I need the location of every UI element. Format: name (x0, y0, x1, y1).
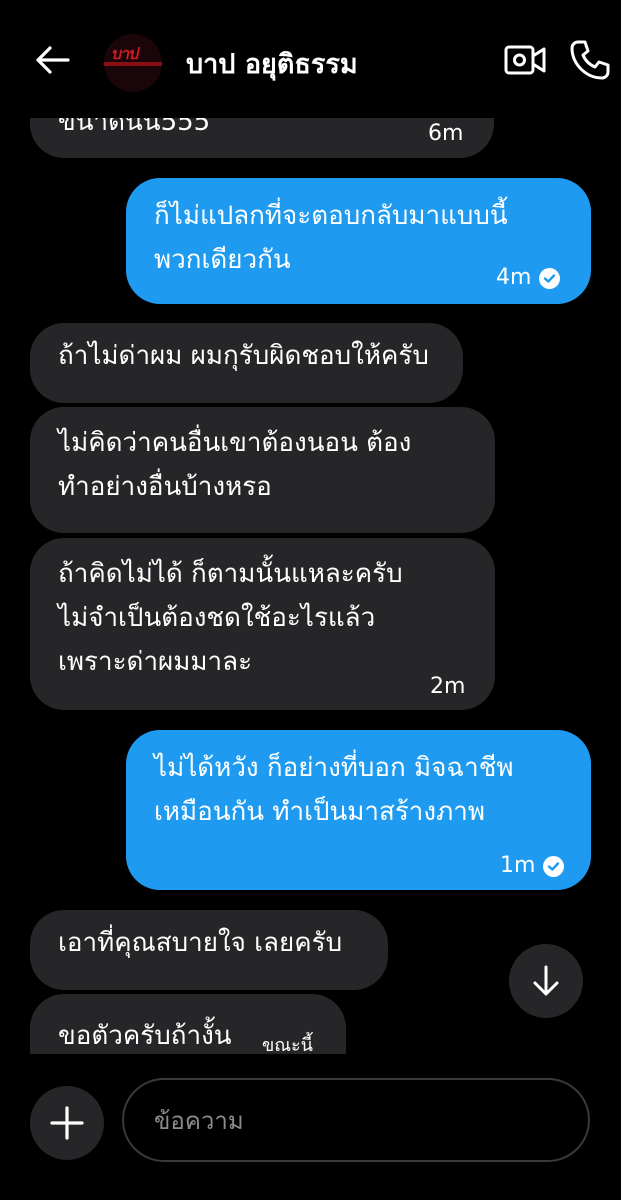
message-line: ก็ไม่แปลกที่จะตอบกลับมาแบบนี้ (154, 201, 508, 231)
message-received[interactable]: ขอตัวครับถ้างั้น ขณะนี้ (30, 994, 346, 1054)
avatar-logo-bar (104, 62, 162, 66)
back-button[interactable] (30, 40, 74, 80)
message-time-read: 4m (496, 256, 561, 300)
message-text: ขนาดนั้น555 (58, 118, 211, 137)
message-thread[interactable]: ขนาดนั้น555 6m ก็ไม่แปลกที่จะตอบกลับมาแบ… (0, 118, 621, 1054)
read-receipt-icon (543, 855, 565, 877)
message-sent[interactable]: ไม่ได้หวัง ก็อย่างที่บอก มิจฉาชีพ เหมือน… (126, 730, 591, 890)
phone-icon (570, 40, 610, 80)
read-receipt-icon (539, 267, 561, 289)
message-line: ไม่คิดว่าคนอื่นเขาต้องนอน ต้อง (58, 428, 412, 458)
message-received[interactable]: ขนาดนั้น555 6m (30, 118, 494, 158)
message-text: เอาที่คุณสบายใจ เลยครับ (58, 928, 343, 958)
scroll-to-bottom-button[interactable] (509, 944, 583, 1018)
message-line: ไม่จำเป็นต้องชดใช้อะไรแล้ว (58, 603, 376, 633)
contact-name[interactable]: บาป อยุติธรรม (186, 42, 358, 85)
message-received[interactable]: ไม่คิดว่าคนอื่นเขาต้องนอน ต้อง ทำอย่างอื… (30, 407, 495, 533)
message-line: ทำอย่างอื่นบ้างหรอ (58, 472, 272, 502)
message-text: ถ้าไม่ด่าผม ผมกุรับผิดชอบให้ครับ (58, 341, 429, 371)
message-time-read: 1m (500, 844, 565, 888)
arrow-down-icon (533, 965, 559, 996)
message-sent[interactable]: ก็ไม่แปลกที่จะตอบกลับมาแบบนี้ พวกเดียวกั… (126, 178, 591, 304)
plus-icon (50, 1106, 84, 1140)
message-time: 1m (500, 853, 536, 878)
arrow-left-icon (36, 46, 70, 74)
chat-header: บาป บาป อยุติธรรม (0, 0, 621, 118)
message-time: ขณะนี้ (262, 1035, 313, 1054)
message-received[interactable]: เอาที่คุณสบายใจ เลยครับ (30, 910, 388, 990)
message-received[interactable]: ถ้าไม่ด่าผม ผมกุรับผิดชอบให้ครับ (30, 323, 463, 403)
avatar[interactable]: บาป (104, 34, 162, 92)
add-attachment-button[interactable] (30, 1086, 104, 1160)
voice-call-button[interactable] (566, 38, 612, 82)
message-line: ถ้าคิดไม่ได้ ก็ตามนั้นแหละครับ (58, 559, 403, 589)
message-time: 6m (428, 121, 464, 146)
message-received[interactable]: ถ้าคิดไม่ได้ ก็ตามนั้นแหละครับ ไม่จำเป็น… (30, 538, 495, 710)
message-input-container[interactable] (122, 1078, 590, 1162)
video-call-button[interactable] (503, 40, 547, 80)
message-text: ขอตัวครับถ้างั้น (58, 1021, 232, 1051)
message-line: ไม่ได้หวัง ก็อย่างที่บอก มิจฉาชีพ (154, 753, 514, 783)
message-time: 4m (496, 265, 532, 290)
message-line: เหมือนกัน ทำเป็นมาสร้างภาพ (154, 797, 485, 827)
message-input[interactable] (152, 1080, 556, 1162)
message-time: 2m (430, 674, 466, 699)
message-line: เพราะด่าผมมาละ (58, 647, 253, 677)
video-camera-icon (504, 45, 546, 75)
